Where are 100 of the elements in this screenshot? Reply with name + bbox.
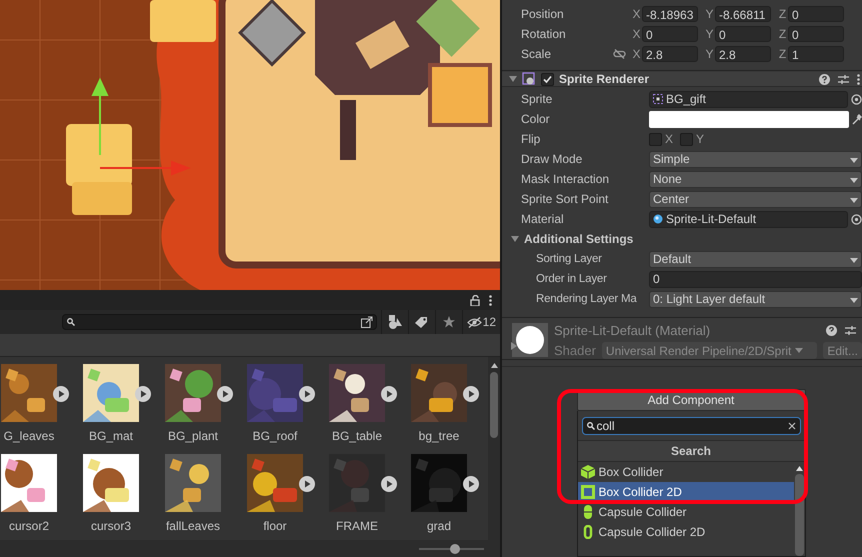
component-list-item[interactable]: Box Collider (578, 462, 794, 482)
component-list-item[interactable]: Capsule Collider (578, 502, 794, 522)
asset-name[interactable]: floor (263, 519, 287, 533)
star-icon[interactable] (442, 316, 455, 328)
scrollbar[interactable] (488, 357, 500, 540)
section-title[interactable]: Additional Settings (524, 232, 634, 246)
number-field[interactable]: 0 (649, 270, 862, 288)
number-field[interactable]: -8.18963 (642, 6, 698, 22)
axis-label: X (631, 7, 642, 21)
axis-label: Y (704, 27, 714, 41)
sprite-renderer-icon (522, 72, 536, 86)
expand-play-icon[interactable] (381, 386, 397, 402)
asset-name[interactable]: BG_table (332, 429, 382, 443)
square-icon (580, 485, 594, 499)
number-field[interactable]: 2.8 (715, 46, 771, 62)
number-field[interactable]: 0 (788, 26, 844, 42)
number-field[interactable]: 0 (642, 26, 698, 42)
asset-name[interactable]: BG_plant (168, 429, 218, 443)
asset-name[interactable]: bg_tree (418, 429, 460, 443)
property-label: Sprite (521, 92, 554, 106)
checkbox-label: Y (696, 132, 704, 146)
number-field[interactable]: -8.66811 (715, 6, 771, 22)
asset-name[interactable]: grad (426, 519, 452, 533)
caret-icon (850, 178, 858, 182)
expand-play-icon[interactable] (463, 476, 479, 492)
material-preview (512, 323, 548, 357)
dropdown[interactable]: Default (649, 250, 862, 268)
expand-play-icon[interactable] (217, 386, 233, 402)
number-field[interactable]: 1 (788, 46, 844, 62)
asset-name[interactable]: FRAME (336, 519, 378, 533)
object-field[interactable]: BG_gift (649, 90, 848, 108)
caret-icon (850, 198, 858, 202)
axis-label: Z (778, 7, 788, 21)
shader-label: Shader (554, 343, 596, 358)
asset-name[interactable]: cursor3 (90, 519, 131, 533)
property-label: Rendering Layer Ma (535, 293, 638, 305)
dropdown[interactable]: Simple (649, 150, 862, 168)
sphere-icon (653, 214, 663, 224)
scroll-thumb[interactable] (490, 372, 498, 438)
property-label: Mask Interaction (521, 172, 610, 186)
number-field[interactable]: 0 (788, 6, 844, 22)
expand-play-icon[interactable] (463, 386, 479, 402)
number-field[interactable]: 0 (715, 26, 771, 42)
asset-name[interactable]: cursor2 (8, 519, 49, 533)
dropdown[interactable]: None (649, 170, 862, 188)
search-field[interactable]: coll (582, 417, 800, 435)
dropdown[interactable]: 0: Light Layer default (649, 290, 862, 308)
search-field[interactable] (62, 314, 378, 330)
sprite-icon (653, 94, 663, 104)
number-field[interactable]: 2.8 (642, 46, 698, 62)
scroll-thumb[interactable] (794, 474, 804, 556)
tag-icon[interactable] (415, 316, 428, 328)
expand-play-icon[interactable] (381, 476, 397, 492)
dropdown[interactable]: Center (649, 190, 862, 208)
eyedropper-icon[interactable] (852, 114, 862, 124)
color-field[interactable] (649, 110, 849, 128)
help-icon[interactable] (819, 74, 830, 84)
up-arrow-icon[interactable] (796, 466, 802, 471)
property-label: Sorting Layer (535, 253, 603, 265)
expand-play-icon[interactable] (135, 386, 151, 402)
search-icon (67, 318, 75, 326)
expand-play-icon[interactable] (299, 386, 315, 402)
shapes-icon[interactable] (388, 315, 402, 329)
eye-slash-icon (466, 316, 482, 328)
expand-play-icon[interactable] (53, 386, 69, 402)
asset-name[interactable]: G_leaves (4, 429, 54, 443)
lock-icon[interactable] (470, 294, 480, 306)
checkbox[interactable] (649, 132, 662, 146)
checkbox[interactable] (680, 132, 694, 146)
list-header: Search (578, 440, 804, 462)
property-label: Order in Layer (535, 273, 608, 285)
object-picker-icon[interactable] (851, 214, 862, 224)
property-label: Flip (521, 132, 542, 146)
caret-icon (850, 158, 858, 162)
settings-icon[interactable] (845, 324, 856, 336)
checkbox[interactable] (541, 72, 554, 86)
object-picker-icon[interactable] (851, 94, 862, 104)
caret-icon (795, 348, 804, 353)
component-list-item[interactable]: Box Collider 2D (578, 482, 794, 502)
expand-icon[interactable] (361, 316, 374, 328)
object-field[interactable]: Sprite-Lit-Default (649, 210, 848, 228)
asset-name[interactable]: BG_roof (252, 429, 298, 443)
checkbox-label: X (665, 132, 674, 146)
settings-icon[interactable] (838, 74, 849, 84)
help-icon[interactable] (826, 324, 837, 336)
menu-icon[interactable] (857, 74, 860, 84)
axis-label: X (631, 47, 642, 61)
link-icon[interactable] (613, 49, 626, 59)
foldout-arrow-icon[interactable] (510, 342, 518, 350)
component-header[interactable]: Sprite Renderer (502, 72, 862, 87)
cube-icon (580, 465, 594, 479)
axis-label: Z (778, 27, 788, 41)
axis-label: Z (778, 47, 788, 61)
asset-name[interactable]: BG_mat (88, 429, 133, 443)
up-arrow-icon[interactable] (490, 363, 498, 368)
expand-play-icon[interactable] (299, 476, 315, 492)
clear-icon[interactable] (788, 422, 796, 430)
component-list-item[interactable]: Capsule Collider 2D (578, 522, 794, 542)
asset-name[interactable]: fallLeaves (166, 519, 220, 533)
menu-icon[interactable] (489, 294, 492, 306)
